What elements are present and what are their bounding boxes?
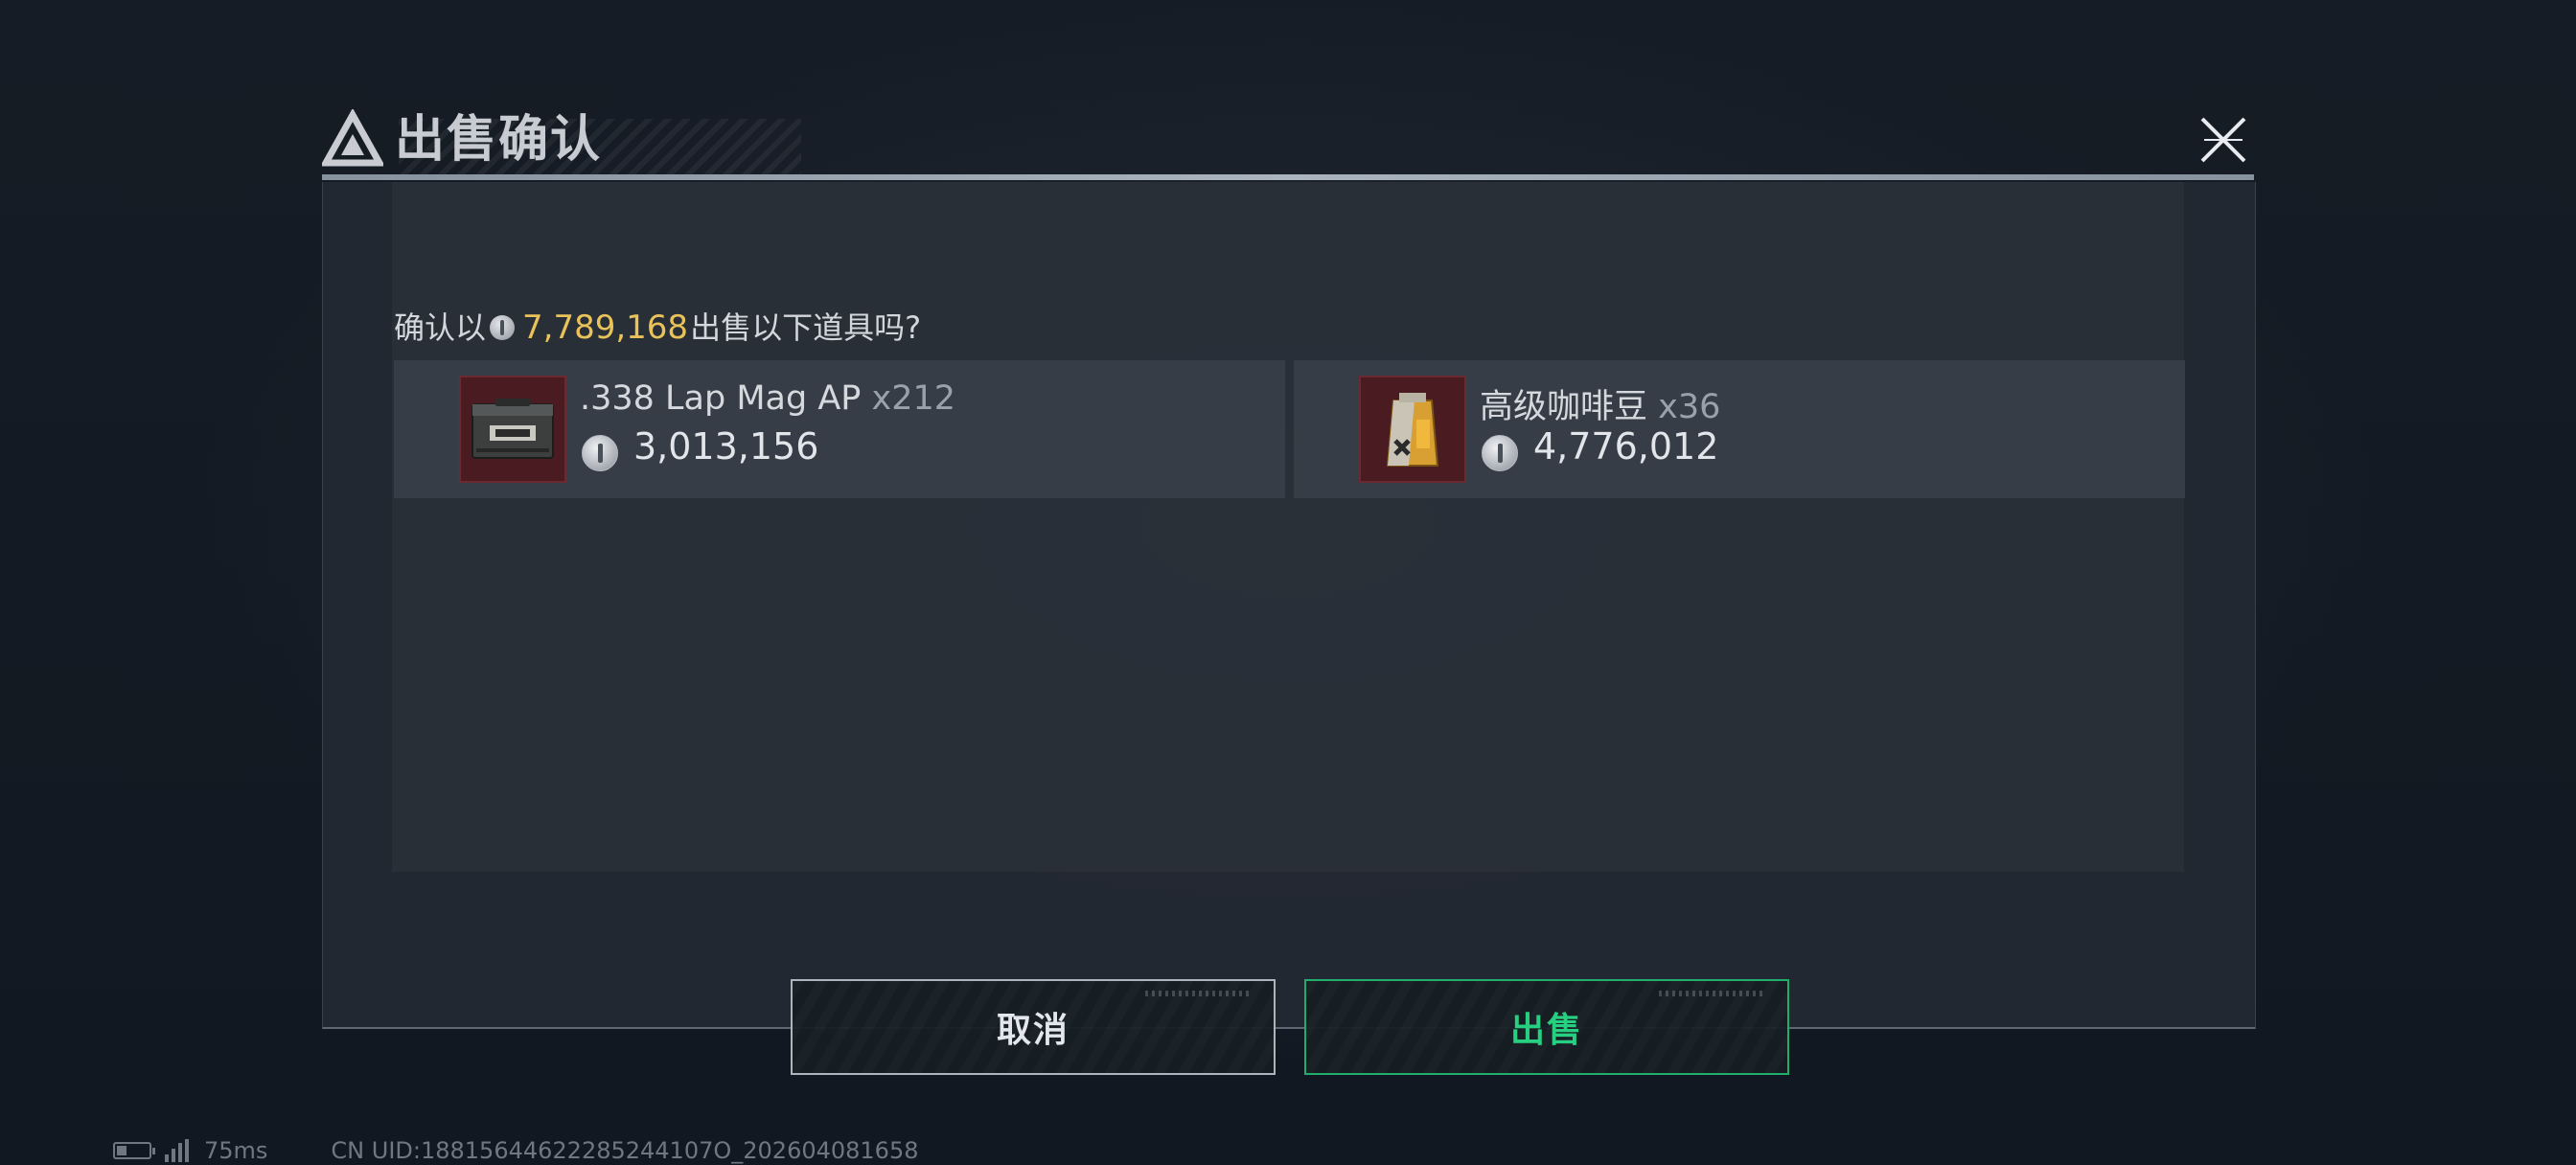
user-uid: CN UID:18815644622285244107O_20260408165… bbox=[331, 1137, 919, 1164]
close-button[interactable] bbox=[2193, 109, 2254, 171]
battery-icon bbox=[113, 1142, 155, 1159]
dialog-body: 确认以 7,789,168 出售以下道具吗? .338 Lap Mag AP x… bbox=[322, 182, 2256, 1075]
signal-icon bbox=[165, 1139, 189, 1162]
item-price: 4,776,012 bbox=[1533, 425, 1719, 468]
coffee-bag-icon bbox=[1386, 393, 1439, 467]
coin-icon bbox=[490, 315, 516, 340]
close-icon bbox=[2200, 117, 2246, 163]
item-thumbnail bbox=[459, 376, 566, 483]
dialog-title: 出售确认 bbox=[395, 111, 603, 169]
coin-icon bbox=[582, 435, 618, 471]
sell-button[interactable]: 出售 bbox=[1304, 979, 1789, 1075]
total-price: 7,789,168 bbox=[522, 308, 689, 347]
item-price: 3,013,156 bbox=[633, 425, 819, 468]
cancel-button[interactable]: 取消 bbox=[791, 979, 1276, 1075]
cancel-button-label: 取消 bbox=[996, 1011, 1070, 1050]
item-name: 高级咖啡豆 bbox=[1480, 388, 1648, 426]
sell-item-card[interactable]: 高级咖啡豆 x36 4,776,012 bbox=[1294, 360, 2185, 498]
item-name-line: .338 Lap Mag AP x212 bbox=[580, 379, 955, 418]
content-area bbox=[392, 182, 2184, 872]
item-quantity: x212 bbox=[871, 379, 956, 418]
coin-icon bbox=[1482, 435, 1518, 471]
status-footer: 75ms CN UID:18815644622285244107O_202604… bbox=[113, 1137, 919, 1164]
item-name-line: 高级咖啡豆 x36 bbox=[1480, 379, 1720, 428]
sell-button-label: 出售 bbox=[1509, 1011, 1583, 1050]
sell-item-card[interactable]: .338 Lap Mag AP x212 3,013,156 bbox=[394, 360, 1285, 498]
prompt-prefix: 确认以 bbox=[394, 309, 487, 346]
prompt-suffix: 出售以下道具吗? bbox=[690, 309, 922, 346]
ping-readout: 75ms bbox=[204, 1137, 268, 1164]
confirm-prompt: 确认以 7,789,168 出售以下道具吗? bbox=[394, 305, 921, 351]
sell-confirm-dialog: 出售确认 确认以 7,789,168 出售以下道具吗? .338 Lap Mag… bbox=[322, 100, 2256, 1075]
header-divider bbox=[322, 174, 2254, 180]
dialog-header: 出售确认 bbox=[322, 100, 2254, 180]
item-thumbnail bbox=[1359, 376, 1466, 483]
item-quantity: x36 bbox=[1658, 388, 1721, 426]
ammo-box-icon bbox=[472, 399, 554, 459]
game-logo-icon bbox=[322, 109, 383, 167]
item-name: .338 Lap Mag AP bbox=[580, 379, 862, 418]
